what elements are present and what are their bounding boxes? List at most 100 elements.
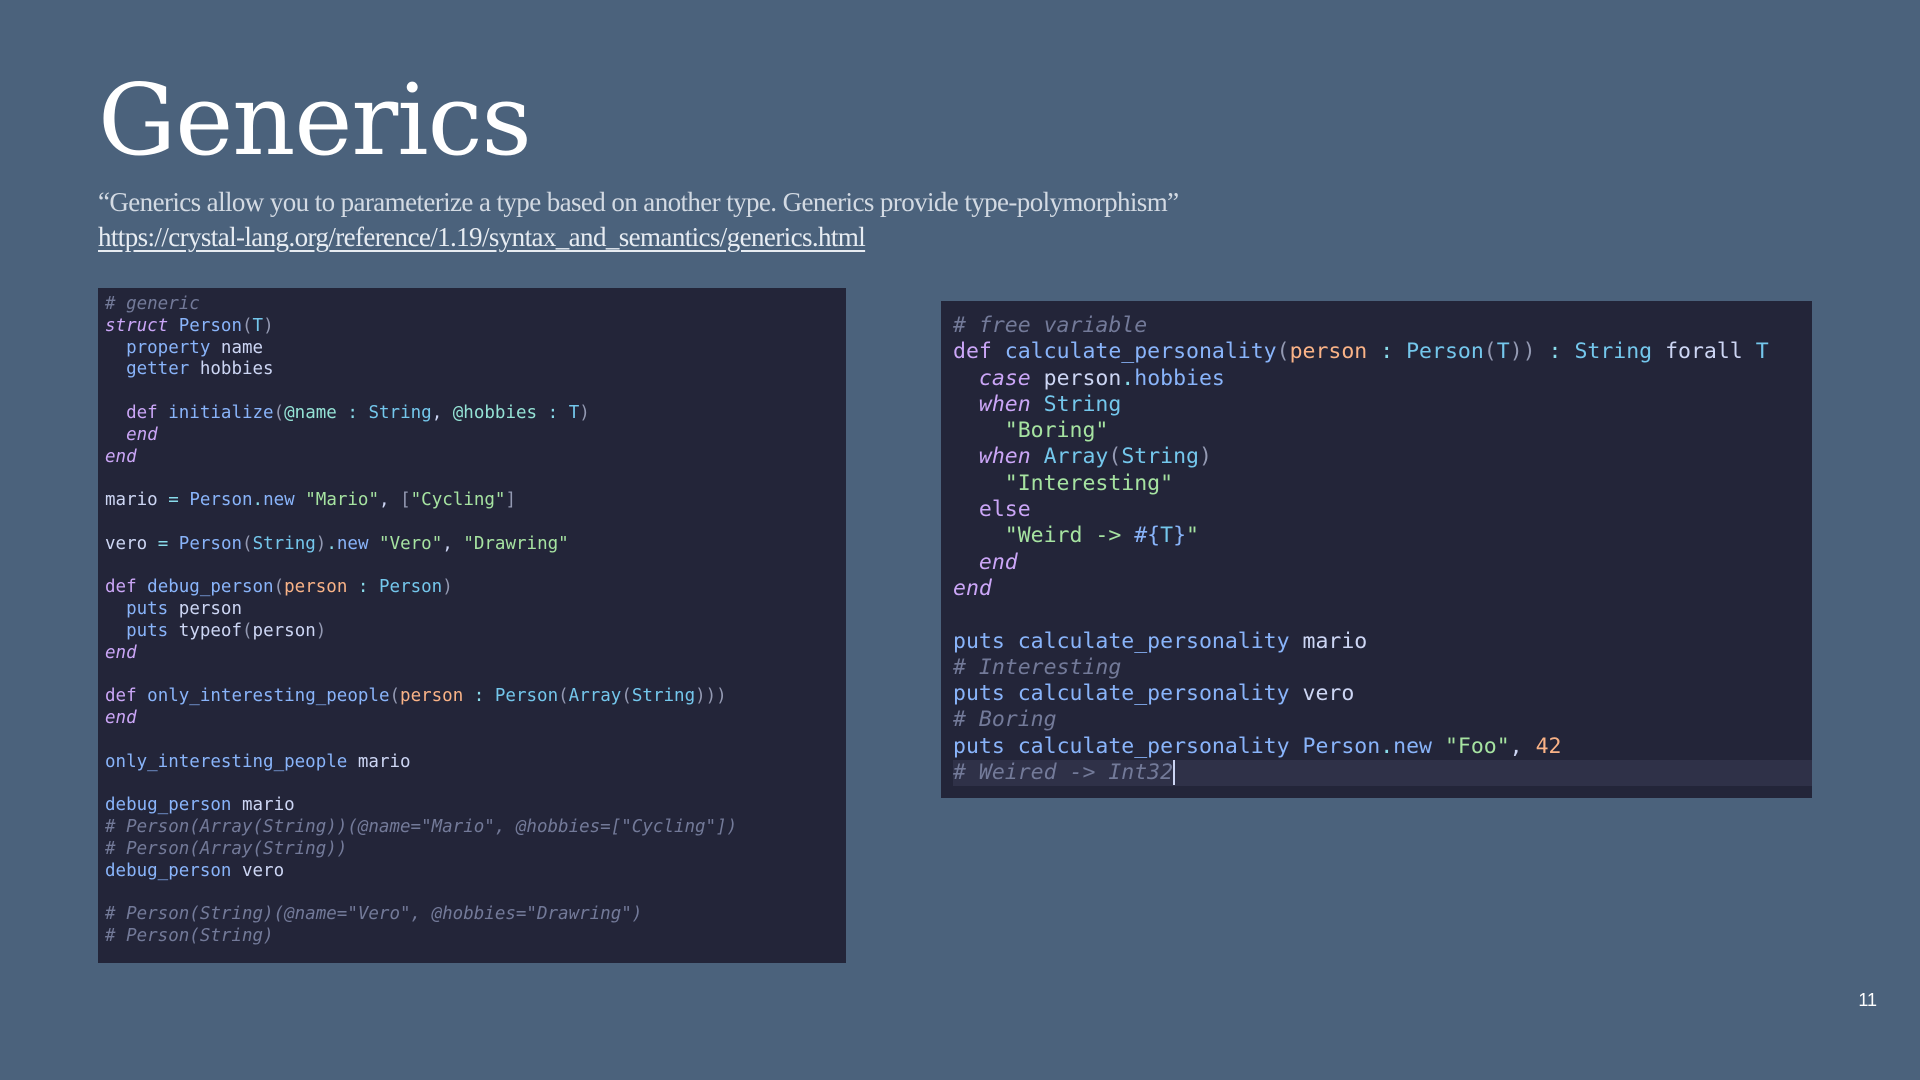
code-type: Person [189, 490, 253, 511]
code-ident: mario [241, 795, 295, 816]
code-keyword: end [105, 642, 137, 663]
code-macro: property [126, 337, 211, 358]
code-type: Person [379, 577, 443, 598]
code-ident: hobbies [199, 359, 274, 380]
code-keyword: def [953, 339, 992, 365]
code-comment[interactable]: # Weired -> Int32 [953, 760, 1176, 786]
code-type: String [631, 686, 696, 707]
code-comment: # free variable [953, 313, 1148, 338]
code-type: T [568, 402, 580, 423]
code-keyword: end [105, 446, 137, 467]
code-function: initialize [168, 402, 274, 423]
code-macro: getter [126, 359, 190, 380]
code-interp: } [1173, 523, 1187, 549]
code-string: "Cycling" [410, 490, 506, 511]
code-keyword: def [105, 577, 137, 598]
code-ivar: @hobbies [452, 402, 538, 423]
code-function: new [1393, 733, 1432, 759]
code-keyword: when [978, 444, 1031, 470]
right-code-block: # free variable def calculate_personalit… [953, 313, 1812, 787]
code-string: "Drawring" [463, 533, 569, 554]
code-ident: forall [1665, 339, 1743, 365]
code-string: "Vero" [379, 533, 443, 554]
code-type: String [368, 402, 432, 423]
slide-quote: “Generics allow you to parameterize a ty… [98, 187, 1179, 217]
code-comment: # Person(Array(String))(@name="Mario", @… [105, 817, 738, 838]
code-function: puts [126, 599, 169, 620]
code-function: puts [953, 628, 1005, 654]
code-function: puts [953, 733, 1005, 759]
code-function: puts [126, 620, 169, 641]
code-function: debug_person [105, 795, 232, 816]
code-function: calculate_personality [1017, 733, 1290, 759]
code-keyword: def [126, 402, 158, 423]
left-code-block: # generic struct Person(T) property name… [105, 294, 738, 947]
code-keyword: when [978, 391, 1031, 417]
code-type: T [1160, 523, 1174, 549]
code-keyword: case [978, 365, 1031, 391]
code-function: debug_person [105, 860, 232, 881]
code-comment: # Person(Array(String)) [105, 838, 348, 859]
code-type: Person [178, 315, 242, 336]
code-function: hobbies [1134, 365, 1225, 391]
code-ident: vero [105, 533, 148, 554]
code-type: Person [1302, 733, 1381, 759]
code-ident: mario [357, 751, 411, 772]
code-ident: person [178, 599, 242, 620]
code-ident: typeof [178, 620, 242, 641]
code-ident: person [1043, 365, 1122, 391]
code-string: " [1186, 523, 1199, 549]
code-comment: # Interesting [953, 654, 1122, 680]
code-keyword: end [105, 708, 137, 729]
code-keyword: struct [105, 315, 169, 336]
code-type: Array [1043, 444, 1109, 470]
code-function: new [336, 533, 369, 554]
left-code-panel: # generic struct Person(T) property name… [98, 292, 846, 963]
code-function: debug_person [147, 577, 274, 598]
code-function: calculate_personality [1017, 681, 1290, 707]
code-type: T [1496, 339, 1510, 365]
code-ivar: @name [284, 402, 337, 423]
code-comment: # Person(String) [105, 926, 274, 947]
code-function: only_interesting_people [105, 751, 348, 772]
code-interp: #{ [1134, 523, 1161, 549]
code-type: String [1121, 444, 1199, 470]
code-keyword: end [978, 549, 1018, 575]
code-ident: mario [1302, 628, 1368, 654]
code-function: calculate_personality [1017, 628, 1290, 654]
code-type: String [252, 533, 316, 554]
code-type: String [1574, 339, 1653, 365]
code-type: Person [494, 686, 559, 707]
code-string: "Weird -> [1004, 523, 1135, 549]
code-string: "Mario" [305, 490, 380, 511]
code-function: calculate_personality [1004, 339, 1277, 365]
slide-title: Generics [98, 64, 532, 178]
code-function: puts [953, 681, 1005, 707]
code-type: Person [1406, 339, 1484, 365]
right-code-panel: # free variable def calculate_personalit… [941, 301, 1812, 798]
code-function: new [263, 490, 295, 511]
code-keyword: end [126, 424, 158, 445]
reference-link[interactable]: https://crystal-lang.org/reference/1.19/… [98, 222, 866, 253]
code-param: person [1289, 339, 1368, 365]
code-param: person [284, 577, 348, 598]
page-number: 11 [1858, 990, 1877, 1010]
code-ident: vero [241, 860, 285, 881]
code-type: T [252, 315, 264, 336]
code-string: "Interesting" [1004, 470, 1174, 496]
code-comment: # Person(String)(@name="Vero", @hobbies=… [105, 904, 643, 925]
code-comment: # Boring [953, 707, 1057, 733]
code-type: String [1043, 391, 1122, 417]
code-function: only_interesting_people [147, 686, 390, 707]
code-string: "Boring" [1004, 418, 1109, 444]
code-ident: vero [1302, 681, 1355, 707]
code-type: Array [568, 686, 622, 707]
code-ident: mario [105, 490, 158, 511]
code-keyword: def [105, 686, 137, 707]
code-number: 42 [1535, 733, 1562, 759]
code-keyword: end [953, 575, 992, 601]
code-ident: name [220, 337, 264, 358]
current-line-highlight: # Weired -> Int32 [953, 760, 1812, 787]
code-type: T [1755, 339, 1769, 365]
code-param: person [400, 686, 464, 707]
